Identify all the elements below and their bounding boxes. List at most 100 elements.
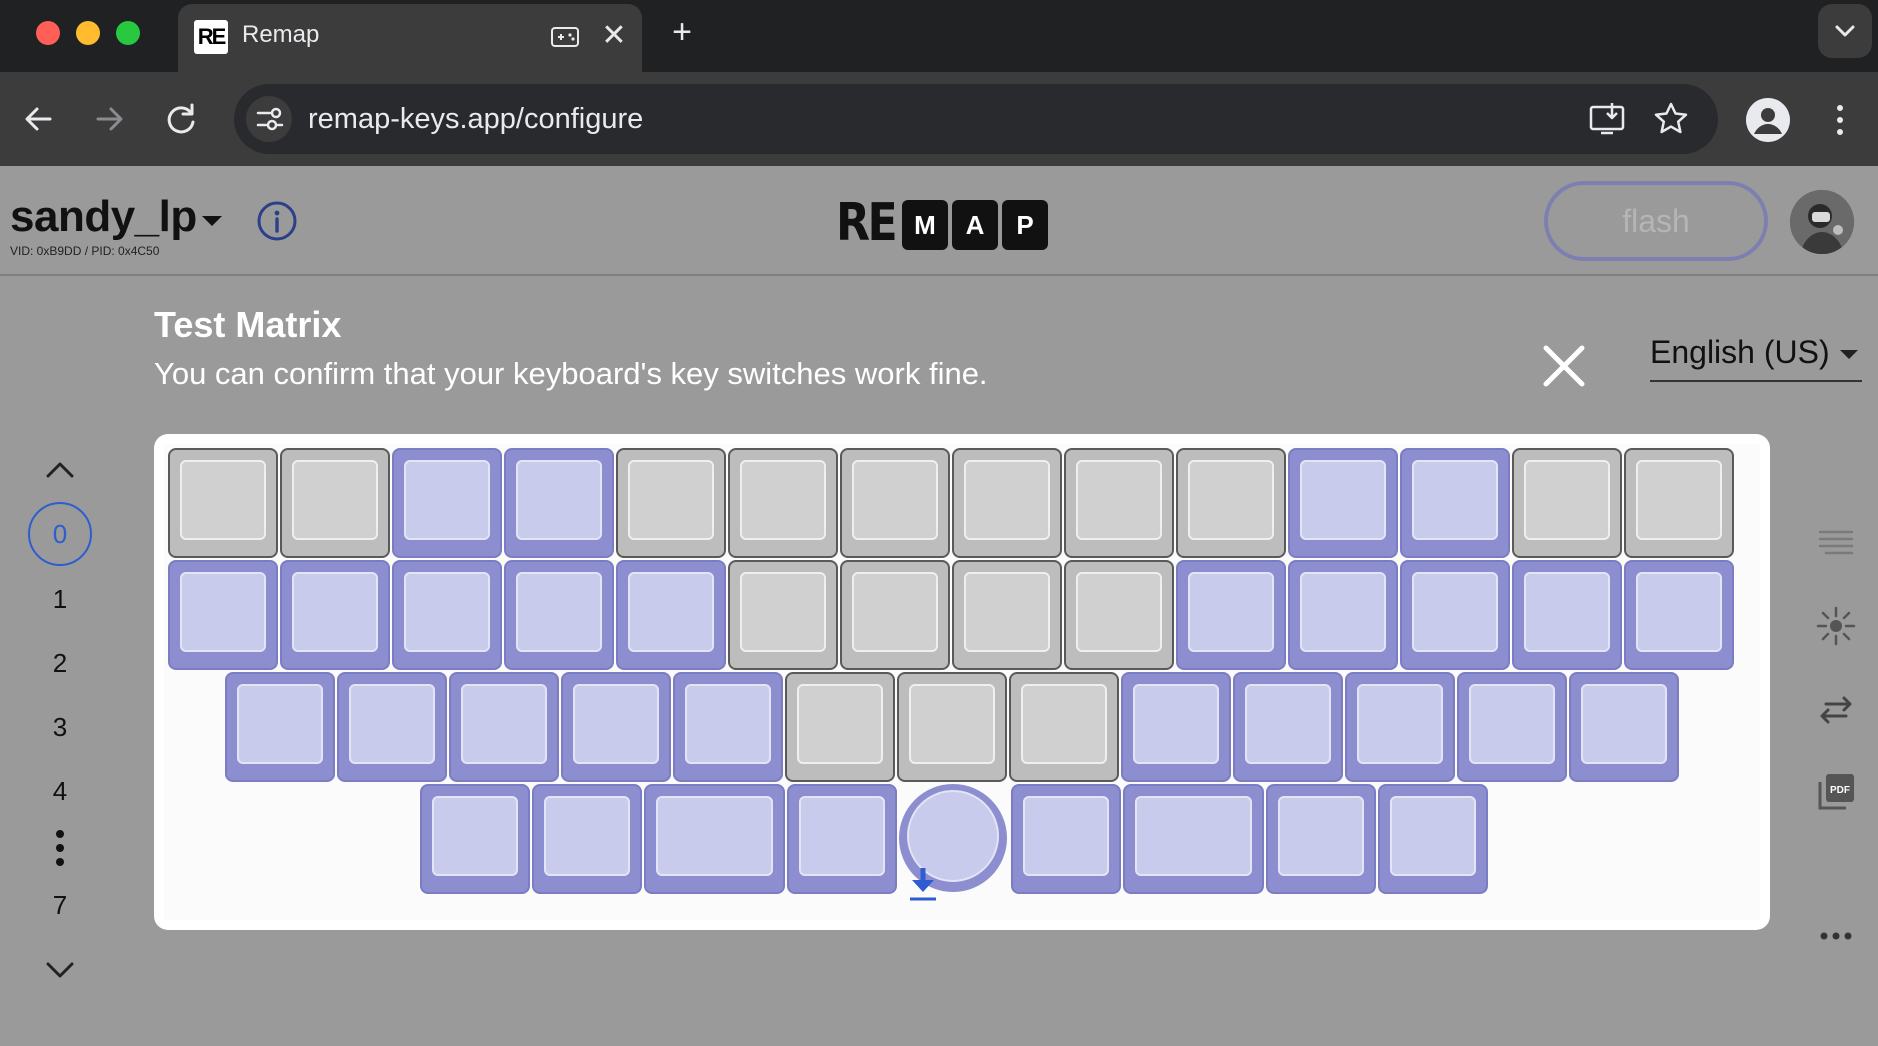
swap-icon[interactable]	[1816, 690, 1856, 730]
more-icon[interactable]	[1816, 916, 1856, 956]
key-cap	[404, 460, 490, 540]
back-icon[interactable]	[16, 96, 62, 142]
key-cap	[432, 796, 518, 876]
key-cap	[1021, 684, 1107, 764]
matrix-key-r1-c5	[728, 560, 838, 670]
key-cap	[292, 572, 378, 652]
reload-icon[interactable]	[158, 96, 204, 142]
keyboard-menu-caret-icon[interactable]	[202, 216, 222, 226]
lighting-icon[interactable]	[1816, 606, 1856, 646]
key-cap	[964, 460, 1050, 540]
app-header: sandy_lp VID: 0xB9DD / PID: 0x4C50 RE M …	[0, 166, 1878, 276]
matrix-key-r2-c0	[225, 672, 335, 782]
matrix-key-r2-c4	[673, 672, 783, 782]
close-icon[interactable]	[1540, 342, 1588, 390]
key-cap	[799, 796, 885, 876]
encoder-down-arrow-icon	[910, 868, 936, 901]
matrix-key-r3-c8	[1378, 784, 1488, 894]
layer-4-button[interactable]: 4	[44, 776, 76, 807]
matrix-key-r1-c2	[392, 560, 502, 670]
key-cap	[516, 460, 602, 540]
key-cap	[1524, 572, 1610, 652]
matrix-key-r1-c11	[1400, 560, 1510, 670]
logo-box-m: M	[902, 200, 948, 250]
layer-more-dots-icon[interactable]	[56, 830, 64, 872]
info-icon[interactable]	[256, 200, 298, 242]
matrix-key-r1-c7	[952, 560, 1062, 670]
key-cap	[852, 460, 938, 540]
matrix-key-r2-c8	[1121, 672, 1231, 782]
url-text[interactable]: remap-keys.app/configure	[308, 103, 643, 136]
key-cap	[180, 572, 266, 652]
matrix-key-r3-c0	[420, 784, 530, 894]
forward-icon[interactable]	[86, 96, 132, 142]
bookmark-star-icon[interactable]	[1652, 100, 1690, 138]
key-cap	[516, 572, 602, 652]
matrix-key-r0-c8	[1064, 448, 1174, 558]
matrix-key-r0-c12	[1512, 448, 1622, 558]
matrix-key-r2-c3	[561, 672, 671, 782]
logo-re-text: RE	[836, 193, 898, 253]
browser-tab-bar: RE Remap ✕ +	[0, 0, 1878, 72]
layer-7-button[interactable]: 7	[44, 890, 76, 921]
layer-down-chevron-icon[interactable]	[44, 960, 76, 980]
remap-favicon-icon: RE	[194, 20, 228, 54]
key-cap	[740, 572, 826, 652]
matrix-key-r1-c6	[840, 560, 950, 670]
window-zoom-button[interactable]	[116, 21, 140, 45]
matrix-key-r1-c10	[1288, 560, 1398, 670]
keyboard-language-select[interactable]: English (US)	[1650, 330, 1862, 382]
vid-pid-label: VID: 0xB9DD / PID: 0x4C50	[10, 244, 160, 258]
key-cap	[628, 460, 714, 540]
key-cap	[1278, 796, 1364, 876]
matrix-key-r0-c6	[840, 448, 950, 558]
matrix-key-r0-c2	[392, 448, 502, 558]
key-cap	[1412, 460, 1498, 540]
key-cap	[1524, 460, 1610, 540]
user-avatar[interactable]	[1790, 190, 1854, 254]
matrix-key-r3-c5	[1011, 784, 1121, 894]
address-bar[interactable]: remap-keys.app/configure	[234, 84, 1718, 154]
key-cap	[628, 572, 714, 652]
profile-icon[interactable]	[1746, 98, 1790, 142]
window-close-button[interactable]	[36, 21, 60, 45]
pdf-icon[interactable]: PDF	[1816, 772, 1856, 812]
matrix-key-r2-c2	[449, 672, 559, 782]
matrix-key-r2-c6	[897, 672, 1007, 782]
layer-3-button[interactable]: 3	[44, 712, 76, 743]
matrix-key-r1-c4	[616, 560, 726, 670]
key-cap	[1023, 796, 1109, 876]
matrix-key-r2-c5	[785, 672, 895, 782]
matrix-key-r3-c3	[787, 784, 897, 894]
new-tab-icon[interactable]: +	[664, 14, 700, 50]
matrix-key-r3-c2	[644, 784, 785, 894]
key-cap	[1412, 572, 1498, 652]
flash-button[interactable]: flash	[1544, 181, 1768, 261]
key-cap	[1636, 460, 1722, 540]
window-minimize-button[interactable]	[76, 21, 100, 45]
layer-0-button[interactable]: 0	[28, 502, 92, 566]
chevron-down-icon	[1840, 350, 1858, 359]
matrix-key-r0-c3	[504, 448, 614, 558]
key-cap	[685, 684, 771, 764]
browser-tab[interactable]: RE Remap ✕	[178, 4, 642, 72]
list-icon[interactable]	[1816, 522, 1856, 562]
key-cap	[1636, 572, 1722, 652]
logo-box-p: P	[1002, 200, 1048, 250]
key-cap	[1076, 572, 1162, 652]
layer-1-button[interactable]: 1	[44, 584, 76, 615]
tab-media-icon[interactable]	[550, 24, 580, 50]
tab-title: Remap	[242, 21, 320, 48]
matrix-key-r1-c13	[1624, 560, 1734, 670]
matrix-key-r0-c13	[1624, 448, 1734, 558]
menu-kebab-icon[interactable]	[1826, 98, 1854, 142]
layer-2-button[interactable]: 2	[44, 648, 76, 679]
tab-close-icon[interactable]: ✕	[596, 18, 632, 54]
keyboard-name[interactable]: sandy_lp	[10, 192, 197, 242]
key-cap	[1581, 684, 1667, 764]
site-info-button[interactable]	[246, 96, 292, 142]
layer-up-chevron-icon[interactable]	[44, 460, 76, 480]
install-app-icon[interactable]	[1588, 100, 1626, 138]
matrix-key-r0-c0	[168, 448, 278, 558]
tab-search-button[interactable]	[1818, 4, 1872, 58]
